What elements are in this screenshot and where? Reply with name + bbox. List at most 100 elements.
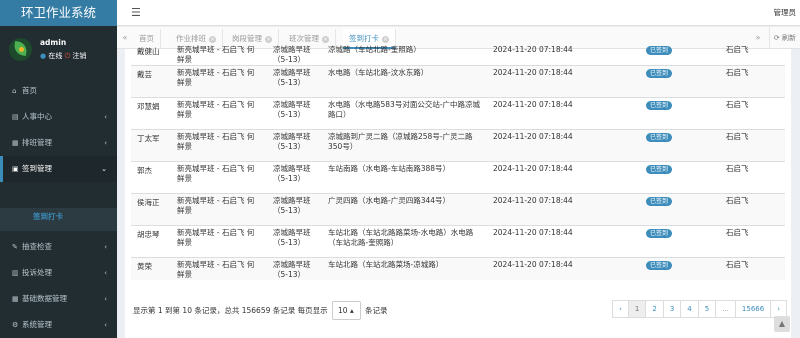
status-badge: 已签到 xyxy=(646,69,673,78)
cell-shift: 新亮城早班 - 石启飞 何鲜景 xyxy=(171,65,267,98)
user-name: admin xyxy=(40,38,67,47)
chevron-icon: ⌄ xyxy=(101,165,107,173)
logout-icon[interactable]: ⏻ xyxy=(65,52,71,60)
complaint-icon: ▥ xyxy=(12,269,19,277)
cell-shift: 新亮城早班 - 石启飞 何鲜景 xyxy=(171,161,267,194)
chevron-icon: ‹ xyxy=(104,321,107,329)
cell-name: 丁太军 xyxy=(131,129,171,162)
cell-time: 凉城路早班（5-13） xyxy=(267,161,322,194)
sidebar-item-calendar[interactable]: ▣ 签到管理 ⌄ xyxy=(0,156,117,182)
logout-link[interactable]: 注销 xyxy=(72,52,86,60)
page-size-select[interactable]: 10 ▴ xyxy=(332,301,361,320)
home-icon: ⌂ xyxy=(12,87,17,95)
prev-page-button[interactable]: ‹ xyxy=(612,300,629,318)
sidebar-toggle-icon[interactable]: ☰ xyxy=(131,6,141,19)
cell-manager: 石启飞 xyxy=(720,129,785,162)
calendar-icon: ▣ xyxy=(12,165,19,173)
cell-shift: 新亮城早班 - 石启飞 何鲜景 xyxy=(177,45,255,64)
table-row[interactable]: 戴芸 新亮城早班 - 石启飞 何鲜景 凉城路早班（5-13） 水电路（车站北路-汶水东… xyxy=(131,65,785,98)
cell-time: 凉城路早班（5-13） xyxy=(267,257,322,280)
tab-close-icon[interactable]: × xyxy=(265,35,272,43)
sidebar-subitem-checkin[interactable]: 签到打卡 xyxy=(33,208,63,226)
checkin-table: 戴健山 新亮城早班 - 石启飞 何鲜景 凉城路早班（5-13） 凉城路（车站北路-奎照… xyxy=(131,43,785,280)
cell-manager: 石启飞 xyxy=(726,45,749,54)
cell-shift: 新亮城早班 - 石启飞 何鲜景 xyxy=(171,129,267,162)
cell-road: 水电路（水电路583号对面公交站-广中路凉城路口） xyxy=(322,97,487,130)
cell-status: 已签到 xyxy=(640,65,720,98)
admin-user-menu[interactable]: 管理员 xyxy=(774,7,797,18)
refresh-icon: ⟳ xyxy=(773,34,780,42)
table-row[interactable]: 郭杰 新亮城早班 - 石启飞 何鲜景 凉城路早班（5-13） 车站南路（水电路-车站南… xyxy=(131,161,785,194)
table-row[interactable]: 侯海正 新亮城早班 - 石启飞 何鲜景 凉城路早班（5-13） 广灵四路（水电路-广灵… xyxy=(131,193,785,226)
table-row[interactable]: 胡忠琴 新亮城早班 - 石启飞 何鲜景 凉城路早班（5-13） 车站北路（车站北路路菜… xyxy=(131,225,785,258)
cell-time: 凉城路早班（5-13） xyxy=(267,193,322,226)
cell-name: 戴健山 xyxy=(137,47,160,56)
status-badge: 已签到 xyxy=(646,229,673,238)
cell-manager: 石启飞 xyxy=(720,193,785,226)
cell-road: 广灵四路（水电路-广灵四路344号） xyxy=(322,193,487,226)
page-button[interactable]: 15666 xyxy=(734,300,772,318)
tab-close-icon[interactable]: × xyxy=(322,35,329,43)
sidebar-item-data[interactable]: ▦ 基础数据管理 ‹ xyxy=(0,286,117,312)
cell-date: 2024-11-20 07:18:44 xyxy=(487,97,640,130)
main-content: 戴健山 新亮城早班 - 石启飞 何鲜景 凉城路早班（5-13） 凉城路（车站北路-奎照… xyxy=(125,45,791,338)
caret-down-icon: ▴ xyxy=(349,306,354,315)
cell-status: 已签到 xyxy=(640,161,720,194)
cell-name: 戴芸 xyxy=(131,65,171,98)
cell-manager: 石启飞 xyxy=(720,161,785,194)
sidebar-item-home[interactable]: ⌂ 首页 xyxy=(0,78,117,104)
cell-time: 凉城路早班（5-13） xyxy=(267,129,322,162)
sidebar-item-wrench[interactable]: ✎ 抽查检查 ‹ xyxy=(0,234,117,260)
cell-road: 车站北路（车站北路路菜场-水电路）水电路（车站北路-奎照路） xyxy=(322,225,487,258)
cell-road: 凉城路到广灵二路（凉城路258号-广灵二路350号） xyxy=(322,129,487,162)
page-button[interactable]: 2 xyxy=(645,300,664,318)
table-row[interactable]: 邓慧娟 新亮城早班 - 石启飞 何鲜景 凉城路早班（5-13） 水电路（水电路583号… xyxy=(131,97,785,130)
tab-close-icon[interactable]: × xyxy=(209,35,216,43)
cell-status: 已签到 xyxy=(640,43,720,66)
chevron-icon: ‹ xyxy=(104,113,107,121)
status-badge: 已签到 xyxy=(646,133,673,142)
back-to-top-button[interactable]: ▲ xyxy=(774,316,790,332)
user-panel: admin ● 在线 ⏻ 注销 xyxy=(0,26,117,70)
cell-time: 凉城路早班（5-13） xyxy=(267,65,322,98)
page-button[interactable]: ... xyxy=(715,300,736,318)
cell-date: 2024-11-20 07:18:44 xyxy=(493,45,573,54)
page-button[interactable]: 3 xyxy=(662,300,682,318)
chevron-icon: ‹ xyxy=(104,269,107,277)
cell-manager: 石启飞 xyxy=(720,97,785,130)
table-row[interactable]: 丁太军 新亮城早班 - 石启飞 何鲜景 凉城路早班（5-13） 凉城路到广灵二路（凉城… xyxy=(131,129,785,162)
pagination: ‹ 1 2 3 4 5... 15666 › xyxy=(612,300,787,318)
online-dot-icon: ● xyxy=(40,52,47,60)
sidebar-item-id-card[interactable]: ▤ 人事中心 ‹ xyxy=(0,104,117,130)
cell-date: 2024-11-20 07:18:44 xyxy=(487,65,640,98)
cell-manager: 石启飞 xyxy=(720,65,785,98)
sidebar-item-gear[interactable]: ⚙ 系统管理 ‹ xyxy=(0,312,117,338)
cell-date: 2024-11-20 07:18:44 xyxy=(487,257,640,280)
table-row[interactable]: 黄荣 新亮城早班 - 石启飞 何鲜景 凉城路早班（5-13） 车站北路（车站北路菜场-… xyxy=(131,257,785,280)
cell-name: 黄荣 xyxy=(131,257,171,280)
cell-date: 2024-11-20 07:18:44 xyxy=(487,225,640,258)
sidebar: admin ● 在线 ⏻ 注销 ⌂首页▤人事中心‹▦排班管理‹▣签到管理⌄☰作业… xyxy=(0,26,117,338)
cell-shift: 新亮城早班 - 石启飞 何鲜景 xyxy=(171,225,267,258)
cell-date: 2024-11-20 07:18:44 xyxy=(487,129,640,162)
sidebar-item-schedule[interactable]: ▦ 排班管理 ‹ xyxy=(0,130,117,156)
cell-road: 车站南路（水电路-车站南路388号） xyxy=(322,161,487,194)
table-row[interactable]: 戴健山 新亮城早班 - 石启飞 何鲜景 凉城路早班（5-13） 凉城路（车站北路-奎照… xyxy=(131,43,785,66)
cell-shift: 新亮城早班 - 石启飞 何鲜景 xyxy=(171,193,267,226)
sidebar-item-complaint[interactable]: ▥ 投诉处理 ‹ xyxy=(0,260,117,286)
page-button[interactable]: 4 xyxy=(680,300,699,318)
page-button[interactable]: 1 xyxy=(627,300,647,318)
id-card-icon: ▤ xyxy=(12,113,19,121)
status-badge: 已签到 xyxy=(646,197,673,206)
cell-time: 凉城路早班（5-13） xyxy=(267,225,322,258)
cell-manager: 石启飞 xyxy=(720,225,785,258)
status-badge: 已签到 xyxy=(646,46,673,55)
avatar xyxy=(9,38,32,61)
page-button[interactable]: 5 xyxy=(697,300,717,318)
chevron-icon: ‹ xyxy=(104,295,107,303)
app-logo-title: 环卫作业系统 xyxy=(0,0,117,26)
cell-status: 已签到 xyxy=(640,225,720,258)
cell-manager: 石启飞 xyxy=(720,257,785,280)
cell-road: 凉城路（车站北路-奎照路） xyxy=(328,45,421,54)
tab-close-icon[interactable]: × xyxy=(382,35,389,43)
